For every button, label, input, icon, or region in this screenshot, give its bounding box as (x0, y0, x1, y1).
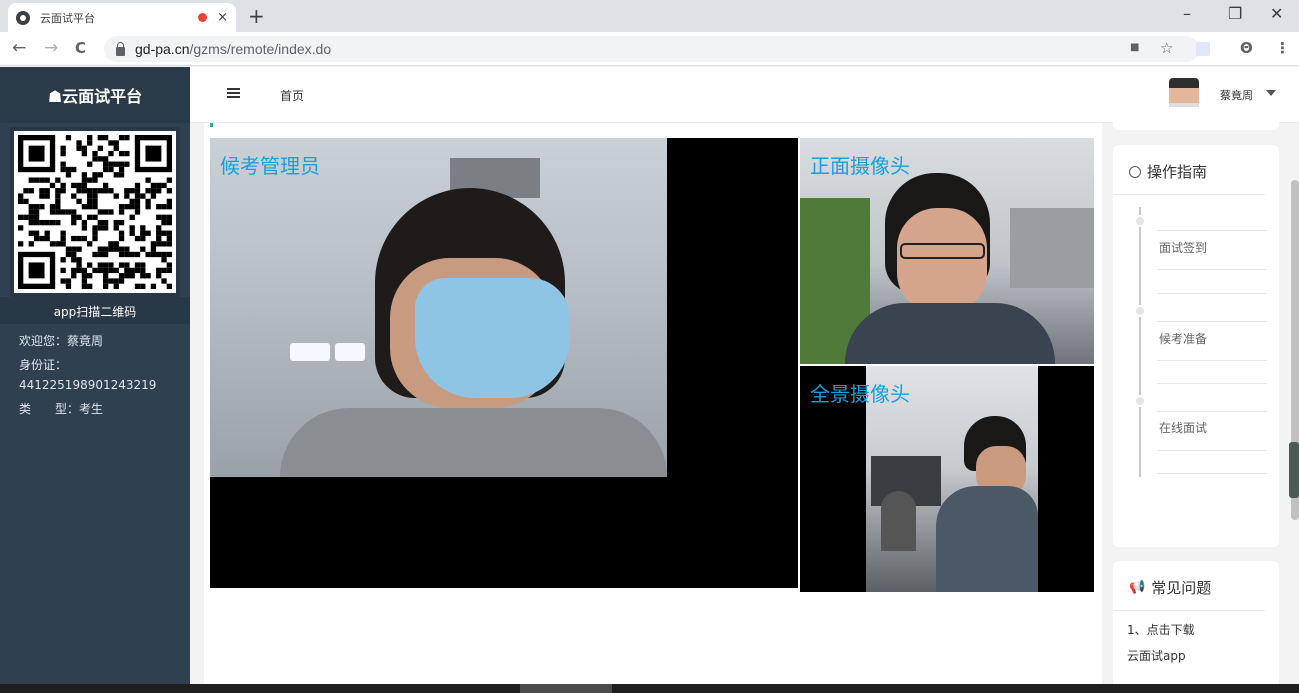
window-close-button[interactable]: ✕ (1270, 4, 1283, 23)
guide-title: 操作指南 (1113, 145, 1265, 195)
id-number: 441225198901243219 (19, 378, 157, 392)
recording-icon (198, 13, 208, 22)
timeline-divider (1157, 450, 1267, 451)
faq-title: 📢 常见问题 (1113, 561, 1265, 611)
extension-icon[interactable] (1196, 42, 1210, 56)
front-camera-label: 正面摄像头 (810, 154, 910, 178)
tab-title: 云面试平台 (40, 11, 95, 25)
welcome-text: 欢迎您：蔡竟周 (19, 334, 104, 348)
panorama-camera-label: 全景摄像头 (810, 382, 910, 406)
admin-video-feed (210, 138, 667, 477)
top-panel-remnant (1113, 107, 1279, 130)
browser-toolbar: ← → C gd-pa.cn/gzms/remote/index.do ■ ☆ … (0, 32, 1299, 66)
faq-panel: 📢 常见问题 1、点击下载 云面试app (1113, 561, 1279, 693)
timeline-divider (1157, 411, 1267, 412)
url-path: /gzms/remote/index.do (189, 41, 332, 57)
browser-tab[interactable]: 云面试平台 × (8, 3, 236, 32)
os-taskbar (0, 684, 1299, 693)
timeline-dot (1134, 215, 1146, 227)
profile-icon[interactable]: Θ (1240, 39, 1253, 57)
front-camera-video: 正面摄像头 (800, 138, 1094, 364)
step-prepare: 候考准备 (1159, 332, 1208, 346)
timeline-divider (1157, 230, 1267, 231)
browser-tabbar: 云面试平台 × + – ❐ ✕ (0, 0, 1299, 32)
restore-button[interactable]: ❐ (1228, 4, 1242, 23)
back-button[interactable]: ← (12, 38, 26, 58)
main-area: 首页 蔡竟周 候考管理员 正面摄像头 全景摄像头 操作指南 面试签到 候考准备 … (190, 67, 1299, 693)
minimize-button[interactable]: – (1183, 4, 1191, 23)
chevron-down-icon[interactable] (1266, 90, 1276, 96)
url-text: gd-pa.cn/gzms/remote/index.do (135, 41, 331, 57)
guide-panel: 操作指南 面试签到 候考准备 在线面试 (1113, 145, 1279, 547)
megaphone-icon: 📢 (1129, 580, 1146, 595)
faq-item-app[interactable]: 云面试app (1113, 647, 1279, 665)
lock-icon (116, 41, 125, 56)
tab-close-button[interactable]: × (217, 10, 228, 25)
step-interview: 在线面试 (1159, 421, 1208, 435)
faq-title-text: 常见问题 (1151, 579, 1212, 597)
browser-menu-icon[interactable]: ⋮ (1275, 39, 1290, 57)
taskbar-active-item[interactable] (520, 684, 612, 693)
guide-title-text: 操作指南 (1147, 163, 1208, 181)
address-bar[interactable]: gd-pa.cn/gzms/remote/index.do (104, 36, 1199, 62)
guide-timeline (1139, 207, 1141, 477)
panorama-camera-video: 全景摄像头 (800, 366, 1094, 592)
timeline-divider (1157, 293, 1267, 294)
sidebar: ☗云面试平台 app扫描二维码 欢迎您：蔡竟周 身份证： 44122519890… (0, 67, 190, 693)
id-label: 身份证： (19, 358, 68, 372)
user-type: 类 型：考生 (19, 402, 104, 416)
accent-marker (210, 123, 213, 127)
url-host: gd-pa.cn (135, 41, 190, 57)
bookmark-star-icon[interactable]: ☆ (1160, 39, 1173, 57)
admin-video-label: 候考管理员 (220, 154, 320, 178)
qr-code (14, 131, 176, 293)
qr-code-icon (18, 135, 172, 289)
faq-item-download[interactable]: 1、点击下载 (1113, 621, 1279, 639)
globe-icon (16, 10, 30, 25)
qr-label: app扫描二维码 (0, 297, 190, 324)
admin-video: 候考管理员 (210, 138, 798, 588)
reload-button[interactable]: C (75, 39, 86, 57)
scrollbar-handle[interactable] (1289, 442, 1299, 498)
brand-title[interactable]: ☗云面试平台 (0, 67, 190, 123)
step-checkin: 面试签到 (1159, 241, 1208, 255)
home-link[interactable]: 首页 (280, 87, 304, 104)
username[interactable]: 蔡竟周 (1220, 87, 1253, 103)
timeline-dot (1134, 305, 1146, 317)
qr-code-frame (10, 127, 180, 297)
menu-toggle-icon[interactable] (227, 88, 240, 99)
camera-icon[interactable]: ■ (1130, 42, 1139, 53)
timeline-divider (1157, 321, 1267, 322)
forward-button[interactable]: → (44, 38, 58, 58)
new-tab-button[interactable]: + (248, 4, 265, 28)
video-area: 候考管理员 正面摄像头 全景摄像头 (204, 123, 1102, 693)
timeline-divider (1157, 473, 1267, 474)
user-info: 欢迎您：蔡竟周 身份证： 441225198901243219 类 型：考生 (0, 324, 190, 418)
timeline-divider (1157, 383, 1267, 384)
timeline-dot (1134, 395, 1146, 407)
timeline-divider (1157, 269, 1267, 270)
timeline-divider (1157, 360, 1267, 361)
smile-icon (1129, 165, 1141, 178)
